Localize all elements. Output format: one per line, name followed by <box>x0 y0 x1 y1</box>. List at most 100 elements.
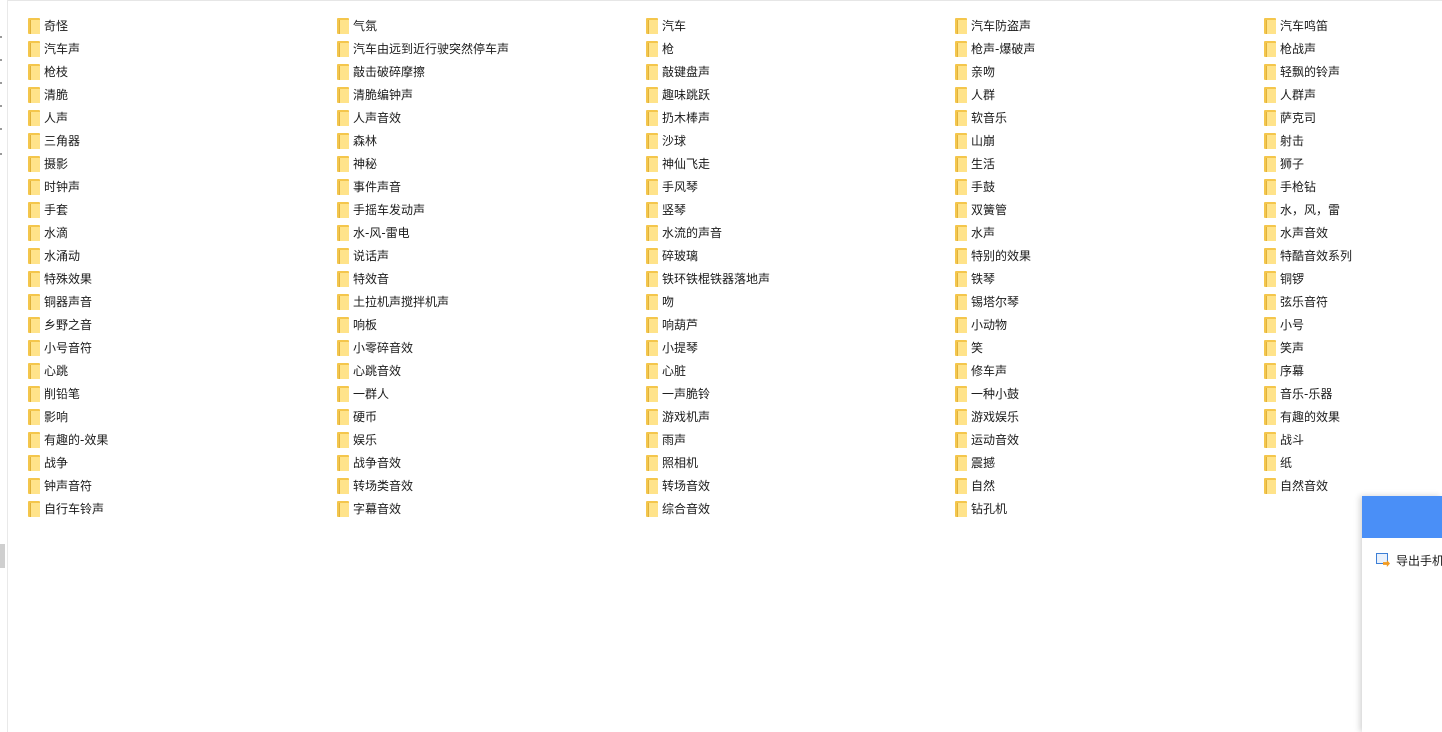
folder-item[interactable]: 射击 <box>1264 129 1442 152</box>
folder-item[interactable]: 小动物 <box>955 313 1264 336</box>
folder-item[interactable]: 心跳音效 <box>337 359 646 382</box>
folder-item[interactable]: 序幕 <box>1264 359 1442 382</box>
folder-item[interactable]: 水-风-雷电 <box>337 221 646 244</box>
folder-item[interactable]: 特别的效果 <box>955 244 1264 267</box>
folder-item[interactable]: 心跳 <box>28 359 337 382</box>
folder-item[interactable]: 手摇车发动声 <box>337 198 646 221</box>
folder-item[interactable]: 小号 <box>1264 313 1442 336</box>
folder-item[interactable]: 神仙飞走 <box>646 152 955 175</box>
folder-item[interactable]: 汽车鸣笛 <box>1264 14 1442 37</box>
folder-item[interactable]: 枪战声 <box>1264 37 1442 60</box>
folder-item[interactable]: 清脆 <box>28 83 337 106</box>
folder-item[interactable]: 战争 <box>28 451 337 474</box>
folder-item[interactable]: 小零碎音效 <box>337 336 646 359</box>
folder-item[interactable]: 特效音 <box>337 267 646 290</box>
folder-item[interactable]: 碎玻璃 <box>646 244 955 267</box>
folder-item[interactable]: 纸 <box>1264 451 1442 474</box>
folder-item[interactable]: 战争音效 <box>337 451 646 474</box>
folder-item[interactable]: 小提琴 <box>646 336 955 359</box>
folder-item[interactable]: 一声脆铃 <box>646 382 955 405</box>
folder-item[interactable]: 软音乐 <box>955 106 1264 129</box>
folder-item[interactable]: 战斗 <box>1264 428 1442 451</box>
folder-item[interactable]: 钻孔机 <box>955 497 1264 520</box>
folder-item[interactable]: 综合音效 <box>646 497 955 520</box>
folder-item[interactable]: 响葫芦 <box>646 313 955 336</box>
nav-scrollbar-thumb[interactable] <box>0 544 5 568</box>
folder-item[interactable]: 修车声 <box>955 359 1264 382</box>
folder-item[interactable]: 手鼓 <box>955 175 1264 198</box>
folder-item[interactable]: 响板 <box>337 313 646 336</box>
folder-item[interactable]: 手枪钻 <box>1264 175 1442 198</box>
folder-item[interactable]: 山崩 <box>955 129 1264 152</box>
folder-item[interactable]: 心脏 <box>646 359 955 382</box>
folder-item[interactable]: 铜锣 <box>1264 267 1442 290</box>
folder-item[interactable]: 锡塔尔琴 <box>955 290 1264 313</box>
folder-item[interactable]: 钟声音符 <box>28 474 337 497</box>
folder-item[interactable]: 硬币 <box>337 405 646 428</box>
folder-item[interactable]: 生活 <box>955 152 1264 175</box>
folder-item[interactable]: 汽车声 <box>28 37 337 60</box>
folder-item[interactable]: 笑声 <box>1264 336 1442 359</box>
folder-item[interactable]: 水声 <box>955 221 1264 244</box>
folder-item[interactable]: 人群 <box>955 83 1264 106</box>
folder-item[interactable]: 自然 <box>955 474 1264 497</box>
folder-item[interactable]: 亲吻 <box>955 60 1264 83</box>
folder-item[interactable]: 汽车由远到近行驶突然停车声 <box>337 37 646 60</box>
folder-item[interactable]: 铁琴 <box>955 267 1264 290</box>
folder-item[interactable]: 人声音效 <box>337 106 646 129</box>
folder-item[interactable]: 游戏娱乐 <box>955 405 1264 428</box>
folder-item[interactable]: 笑 <box>955 336 1264 359</box>
folder-item[interactable]: 萨克司 <box>1264 106 1442 129</box>
folder-item[interactable]: 摄影 <box>28 152 337 175</box>
folder-item[interactable]: 奇怪 <box>28 14 337 37</box>
folder-item[interactable]: 乡野之音 <box>28 313 337 336</box>
folder-item[interactable]: 照相机 <box>646 451 955 474</box>
folder-item[interactable]: 趣味跳跃 <box>646 83 955 106</box>
folder-item[interactable]: 清脆编钟声 <box>337 83 646 106</box>
folder-item[interactable]: 沙球 <box>646 129 955 152</box>
folder-item[interactable]: 枪声-爆破声 <box>955 37 1264 60</box>
folder-item[interactable]: 枪枝 <box>28 60 337 83</box>
folder-item[interactable]: 手套 <box>28 198 337 221</box>
folder-item[interactable]: 一种小鼓 <box>955 382 1264 405</box>
folder-item[interactable]: 手风琴 <box>646 175 955 198</box>
folder-item[interactable]: 敲键盘声 <box>646 60 955 83</box>
folder-item[interactable]: 特殊效果 <box>28 267 337 290</box>
folder-item[interactable]: 游戏机声 <box>646 405 955 428</box>
folder-item[interactable]: 影响 <box>28 405 337 428</box>
folder-item[interactable]: 自行车铃声 <box>28 497 337 520</box>
folder-item[interactable]: 狮子 <box>1264 152 1442 175</box>
folder-item[interactable]: 森林 <box>337 129 646 152</box>
folder-item[interactable]: 枪 <box>646 37 955 60</box>
folder-item[interactable]: 娱乐 <box>337 428 646 451</box>
folder-item[interactable]: 水滴 <box>28 221 337 244</box>
folder-item[interactable]: 水声音效 <box>1264 221 1442 244</box>
folder-item[interactable]: 字幕音效 <box>337 497 646 520</box>
folder-item[interactable]: 运动音效 <box>955 428 1264 451</box>
folder-item[interactable]: 时钟声 <box>28 175 337 198</box>
folder-item[interactable]: 汽车 <box>646 14 955 37</box>
folder-item[interactable]: 有趣的效果 <box>1264 405 1442 428</box>
folder-item[interactable]: 特酷音效系列 <box>1264 244 1442 267</box>
folder-item[interactable]: 气氛 <box>337 14 646 37</box>
folder-item[interactable]: 汽车防盗声 <box>955 14 1264 37</box>
folder-item[interactable]: 转场类音效 <box>337 474 646 497</box>
folder-item[interactable]: 神秘 <box>337 152 646 175</box>
folder-item[interactable]: 三角器 <box>28 129 337 152</box>
folder-item[interactable]: 有趣的-效果 <box>28 428 337 451</box>
folder-item[interactable]: 水流的声音 <box>646 221 955 244</box>
folder-item[interactable]: 音乐-乐器 <box>1264 382 1442 405</box>
folder-item[interactable]: 雨声 <box>646 428 955 451</box>
folder-item[interactable]: 一群人 <box>337 382 646 405</box>
folder-item[interactable]: 土拉机声搅拌机声 <box>337 290 646 313</box>
folder-item[interactable]: 水涌动 <box>28 244 337 267</box>
folder-item[interactable]: 人群声 <box>1264 83 1442 106</box>
folder-item[interactable]: 事件声音 <box>337 175 646 198</box>
folder-item[interactable]: 小号音符 <box>28 336 337 359</box>
folder-item[interactable]: 双簧管 <box>955 198 1264 221</box>
folder-item[interactable]: 说话声 <box>337 244 646 267</box>
navigation-pane-edge[interactable] <box>0 0 8 732</box>
folder-item[interactable]: 转场音效 <box>646 474 955 497</box>
folder-item[interactable]: 人声 <box>28 106 337 129</box>
folder-item[interactable]: 铜器声音 <box>28 290 337 313</box>
